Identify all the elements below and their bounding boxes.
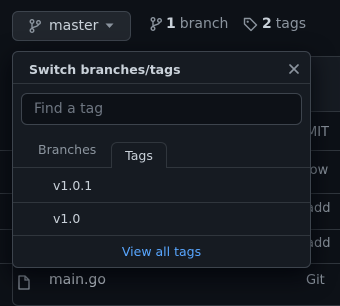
tag-search-input[interactable] (21, 93, 302, 125)
branch-select-button[interactable]: master (12, 11, 131, 41)
commit-message[interactable]: Git (306, 273, 325, 288)
tags-count: 2 (262, 16, 272, 32)
git-branch-icon (150, 17, 162, 31)
branch-select-label: master (49, 18, 99, 34)
list-item[interactable]: v1.0.1 (13, 170, 310, 202)
file-name[interactable]: main.go (49, 272, 106, 288)
file-icon (18, 275, 30, 294)
tag-name: v1.0 (53, 211, 81, 226)
tags-label: tags (275, 16, 306, 32)
tag-icon (243, 17, 258, 32)
branches-link[interactable]: 1 branch (150, 16, 228, 32)
tab-tags[interactable]: Tags (111, 142, 167, 168)
close-icon[interactable] (287, 62, 301, 76)
tag-name: v1.0.1 (53, 178, 93, 193)
git-branch-icon (29, 19, 41, 33)
tab-branches[interactable]: Branches (38, 142, 96, 157)
branches-count: 1 (166, 16, 176, 32)
divider (13, 83, 310, 84)
list-item[interactable]: v1.0 (13, 203, 310, 235)
branches-label: branch (179, 16, 229, 32)
tags-link[interactable]: 2 tags (243, 16, 306, 32)
divider (13, 235, 310, 236)
chevron-down-icon (105, 23, 114, 29)
branch-tag-dropdown: Switch branches/tags Branches Tags v1.0.… (12, 51, 311, 268)
dropdown-title: Switch branches/tags (29, 62, 181, 77)
view-all-tags-link[interactable]: View all tags (13, 244, 310, 259)
